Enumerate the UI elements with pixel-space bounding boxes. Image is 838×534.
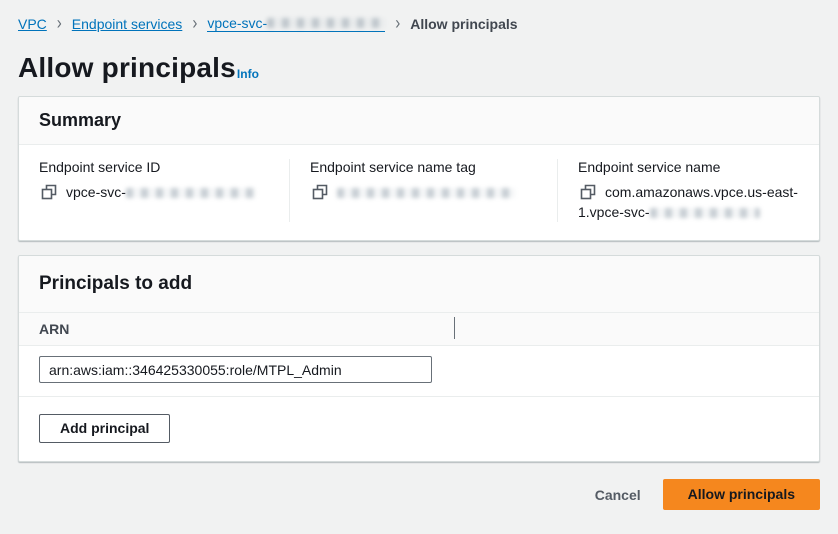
field-label: Endpoint service name: [578, 159, 801, 175]
column-resize-divider[interactable]: [454, 317, 455, 339]
add-principal-row: Add principal: [19, 397, 819, 461]
summary-grid: Endpoint service ID vpce-svc- Endpoint s…: [19, 145, 819, 240]
add-principal-button[interactable]: Add principal: [39, 414, 170, 443]
arn-column-label: ARN: [39, 321, 69, 337]
principals-to-add-card: Principals to add ARN Add principal: [18, 255, 820, 462]
redacted-text: [337, 188, 515, 198]
breadcrumb: VPC › Endpoint services › vpce-svc- › Al…: [18, 0, 820, 32]
field-label: Endpoint service name tag: [310, 159, 539, 175]
page: VPC › Endpoint services › vpce-svc- › Al…: [0, 0, 838, 510]
copy-icon[interactable]: [41, 184, 57, 200]
info-link[interactable]: Info: [237, 68, 259, 80]
field-value-text: vpce-svc-: [66, 184, 126, 200]
copy-icon[interactable]: [312, 184, 328, 200]
redacted-text: [126, 188, 256, 198]
redacted-text: [267, 18, 385, 28]
summary-field-endpoint-service-name-tag: Endpoint service name tag: [289, 159, 557, 222]
footer-actions: Cancel Allow principals: [18, 479, 820, 510]
arn-input-row: [19, 346, 819, 397]
breadcrumb-link-endpoint-service-id[interactable]: vpce-svc-: [207, 15, 385, 32]
principals-card-header: Principals to add: [19, 256, 819, 312]
chevron-right-icon: ›: [192, 13, 197, 34]
field-label: Endpoint service ID: [39, 159, 271, 175]
allow-principals-button[interactable]: Allow principals: [663, 479, 820, 510]
field-value: vpce-svc-: [39, 182, 271, 202]
principals-title: Principals to add: [39, 273, 799, 295]
arn-input[interactable]: [39, 356, 432, 383]
summary-card: Summary Endpoint service ID vpce-svc- En…: [18, 96, 820, 241]
page-title: Allow principalsInfo: [18, 54, 820, 82]
breadcrumb-link-endpoint-services[interactable]: Endpoint services: [72, 16, 183, 32]
field-value: com.amazonaws.vpce.us-east-1.vpce-svc-: [578, 182, 801, 222]
summary-card-header: Summary: [19, 97, 819, 145]
copy-icon[interactable]: [580, 184, 596, 200]
page-title-text: Allow principals: [18, 54, 236, 82]
field-value: [310, 182, 539, 202]
summary-field-endpoint-service-id: Endpoint service ID vpce-svc-: [19, 159, 289, 222]
breadcrumb-link-vpc[interactable]: VPC: [18, 16, 47, 32]
arn-column-header: ARN: [19, 312, 819, 346]
breadcrumb-current: Allow principals: [410, 16, 517, 32]
redacted-text: [650, 208, 760, 218]
summary-title: Summary: [39, 110, 799, 131]
service-id-prefix: vpce-svc-: [207, 15, 267, 31]
chevron-right-icon: ›: [395, 13, 400, 34]
chevron-right-icon: ›: [57, 13, 62, 34]
summary-field-endpoint-service-name: Endpoint service name com.amazonaws.vpce…: [557, 159, 819, 222]
cancel-button[interactable]: Cancel: [595, 487, 641, 503]
